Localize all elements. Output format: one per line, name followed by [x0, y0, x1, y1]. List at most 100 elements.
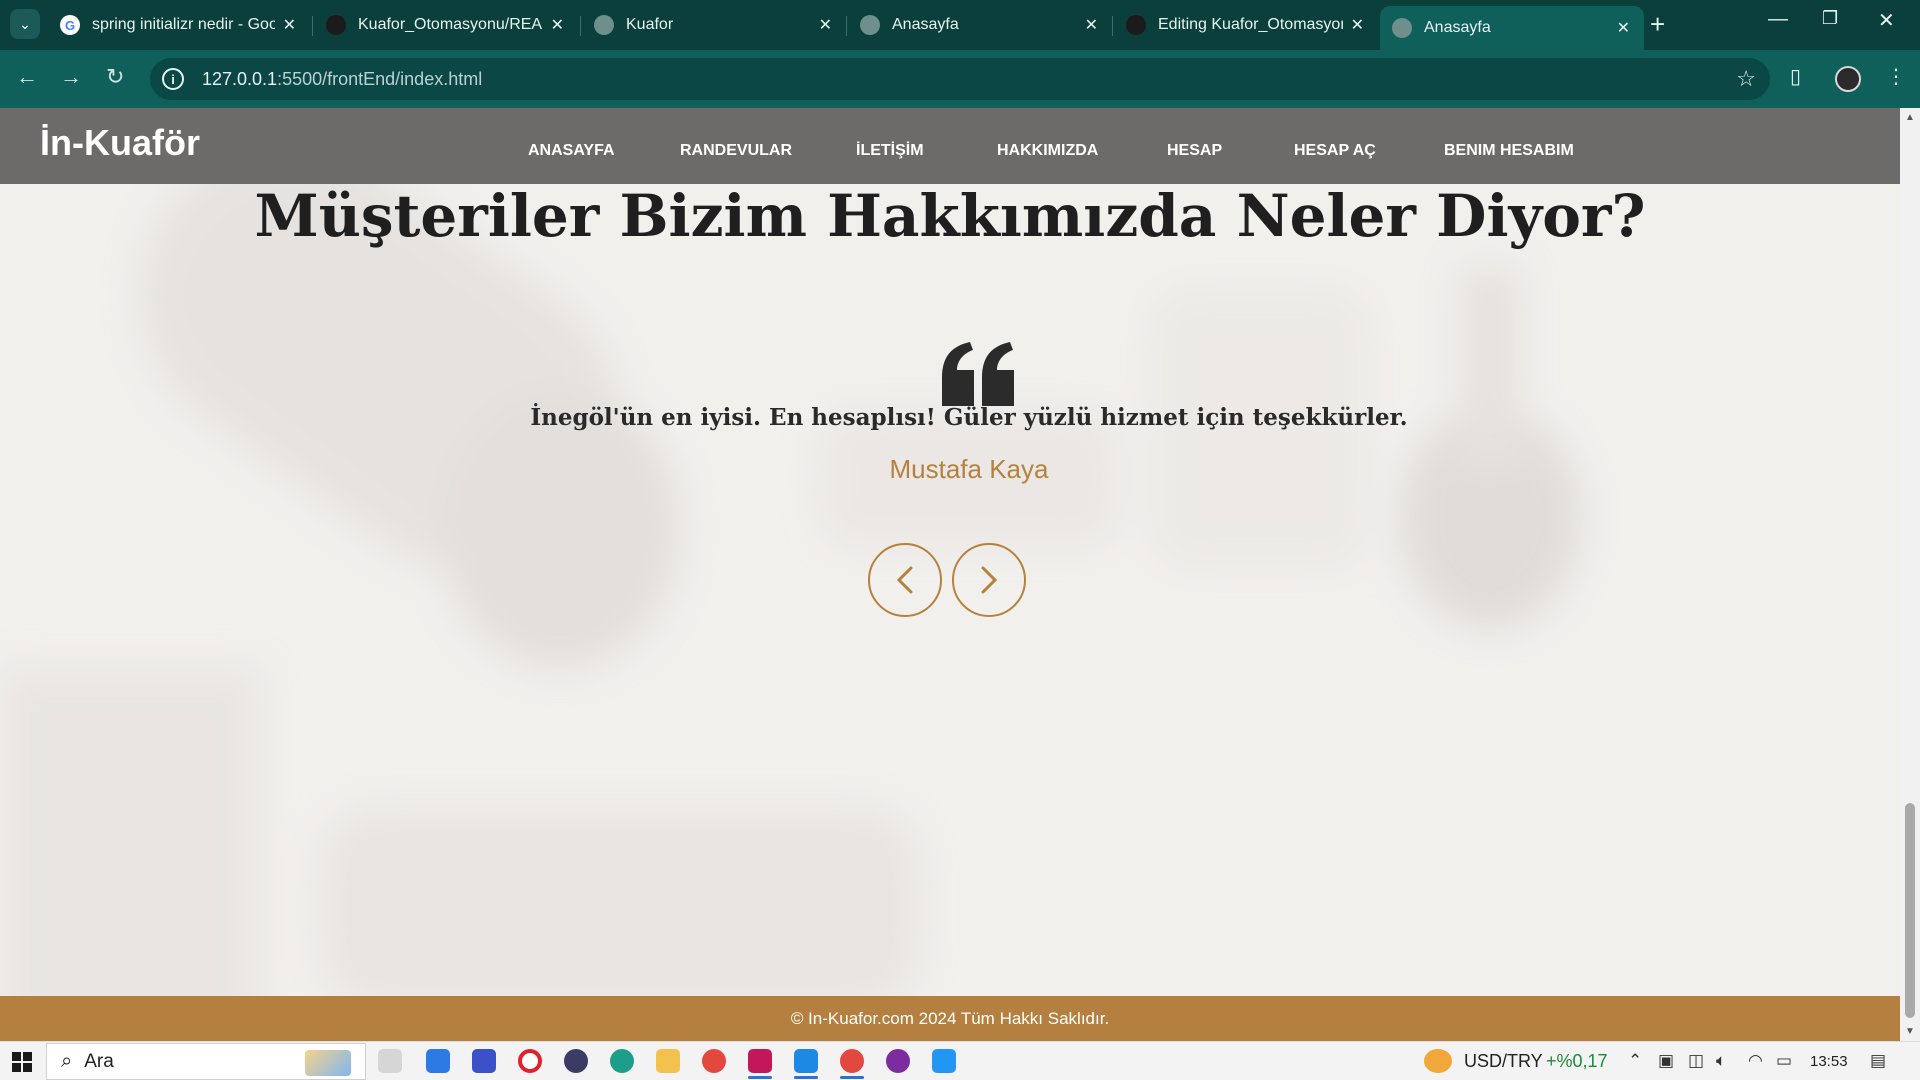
globe-icon [860, 15, 880, 35]
scroll-up-icon[interactable]: ▲ [1905, 112, 1915, 123]
clock[interactable]: 13:53 [1810, 1053, 1848, 1070]
carousel-prev-button[interactable] [868, 543, 942, 617]
close-icon[interactable]: ✕ [1351, 15, 1364, 35]
currency-widget-icon[interactable] [1424, 1049, 1452, 1073]
nav-link-iletisim[interactable]: İLETİŞİM [856, 142, 924, 160]
tab-title: Kuafor [626, 16, 674, 33]
browser-tab-active[interactable]: Anasayfa ✕ [1380, 6, 1644, 50]
mathpad-app-icon[interactable] [472, 1049, 496, 1073]
tab-search-button[interactable]: ⌄ [10, 9, 40, 39]
tab-title: Anasayfa [1424, 19, 1491, 36]
browser-tab-strip: ⌄ G spring initializr nedir - Goo ✕ Kuaf… [0, 0, 1920, 50]
chevron-up-icon[interactable]: ⌃ [1628, 1051, 1642, 1071]
close-icon[interactable]: ✕ [283, 15, 296, 35]
testimonial-quote: İnegöl'ün en iyisi. En hesaplısı! Güler … [530, 404, 1408, 431]
testimonials-heading: Müşteriler Bizim Hakkımızda Neler Diyor? [254, 182, 1646, 250]
close-icon[interactable]: ✕ [1617, 18, 1630, 38]
notification-center-icon[interactable]: ▤ [1870, 1051, 1886, 1071]
meet-now-icon[interactable]: ◫ [1688, 1051, 1704, 1071]
browser-toolbar: ← → ↻ i 127.0.0.1:5500/frontEnd/index.ht… [0, 50, 1920, 108]
windows-taskbar: ⌕ Ara USD/TRY +%0,17 ⌃ ▣ ◫ 🔈︎ ◠ ▭ 13:53 … [0, 1041, 1920, 1080]
battery-icon[interactable]: ▭ [1776, 1051, 1792, 1071]
taskbar-search[interactable]: ⌕ Ara [46, 1043, 366, 1080]
volume-icon[interactable]: 🔈︎ [1716, 1051, 1726, 1071]
currency-label[interactable]: USD/TRY [1464, 1051, 1543, 1072]
reload-icon[interactable]: ↻ [106, 64, 124, 90]
tab-separator [1112, 16, 1113, 36]
wifi-icon[interactable]: ◠ [1748, 1051, 1763, 1071]
address-bar[interactable]: i 127.0.0.1:5500/frontEnd/index.html ☆ [150, 58, 1770, 100]
search-placeholder: Ara [84, 1050, 114, 1072]
chrome-active-icon[interactable] [840, 1049, 864, 1079]
chrome-icon[interactable] [702, 1049, 726, 1073]
currency-change[interactable]: +%0,17 [1546, 1051, 1608, 1072]
close-icon[interactable]: ✕ [551, 15, 564, 35]
intellij-icon[interactable] [748, 1049, 772, 1079]
menu-dots-icon[interactable]: ⋮ [1886, 64, 1906, 89]
bookmark-star-icon[interactable]: ☆ [1736, 66, 1756, 92]
tab-title: Kuafor_Otomasyonu/READ [358, 16, 543, 33]
forward-icon[interactable]: → [60, 64, 82, 90]
page-scrollbar[interactable]: ▲ ▼ [1900, 108, 1920, 1041]
eclipse-icon[interactable] [564, 1049, 588, 1073]
site-navbar: İn-Kuaför ANASAYFA RANDEVULAR İLETİŞİM H… [0, 108, 1900, 184]
photos-icon[interactable] [932, 1049, 956, 1073]
tab-separator [846, 16, 847, 36]
restore-icon[interactable]: ❐ [1822, 8, 1838, 29]
url-text[interactable]: 127.0.0.1:5500/frontEnd/index.html [202, 69, 482, 90]
task-view-icon[interactable] [378, 1049, 402, 1073]
file-explorer-icon[interactable] [656, 1049, 680, 1073]
nav-link-randevular[interactable]: RANDEVULAR [680, 142, 792, 160]
footer-copyright: © In-Kuafor.com 2024 Tüm Hakkı Saklıdır. [790, 1008, 1110, 1028]
side-panel-icon[interactable]: ▯ [1790, 64, 1801, 89]
browser-tab-4[interactable]: Anasayfa ✕ [848, 6, 1112, 44]
back-icon[interactable]: ← [16, 64, 38, 90]
tab-title: Anasayfa [892, 16, 959, 33]
chevron-right-icon [981, 566, 998, 594]
nav-link-hesap[interactable]: HESAP [1167, 142, 1222, 160]
mail-icon[interactable] [426, 1049, 450, 1073]
carousel-next-button[interactable] [952, 543, 1026, 617]
nav-link-benim-hesabim[interactable]: BENIM HESABIM [1444, 142, 1574, 160]
edge-icon[interactable] [610, 1049, 634, 1073]
tab-title: spring initializr nedir - Goo [92, 16, 275, 33]
close-icon[interactable]: ✕ [819, 15, 832, 35]
browser-tab-1[interactable]: G spring initializr nedir - Goo ✕ [48, 6, 310, 44]
quote-icon [942, 342, 1014, 406]
window-close-icon[interactable]: ✕ [1878, 8, 1895, 33]
nav-link-hakkimizda[interactable]: HAKKIMIZDA [997, 142, 1098, 160]
tab-separator [580, 16, 581, 36]
chevron-down-icon: ⌄ [19, 15, 31, 32]
windows-start-icon[interactable] [12, 1052, 32, 1072]
site-logo[interactable]: İn-Kuaför [40, 122, 200, 164]
nav-link-hesap-ac[interactable]: HESAP AÇ [1294, 142, 1376, 160]
nav-link-anasayfa[interactable]: ANASAYFA [528, 142, 615, 160]
globe-icon [594, 15, 614, 35]
monitor-icon[interactable]: ▣ [1658, 1051, 1674, 1071]
page-viewport: İn-Kuaför ANASAYFA RANDEVULAR İLETİŞİM H… [0, 108, 1900, 1041]
url-path: :5500/frontEnd/index.html [277, 68, 483, 89]
scrollbar-thumb[interactable] [1905, 803, 1915, 1018]
chevron-left-icon [896, 566, 913, 594]
url-host: 127.0.0.1 [202, 68, 278, 89]
browser-tab-2[interactable]: Kuafor_Otomasyonu/READ ✕ [314, 6, 578, 44]
site-info-icon[interactable]: i [162, 68, 184, 90]
github-icon [326, 15, 346, 35]
search-icon: ⌕ [61, 1050, 73, 1072]
browser-tab-3[interactable]: Kuafor ✕ [582, 6, 846, 44]
search-highlight-icon [305, 1050, 351, 1076]
google-icon: G [60, 15, 80, 35]
testimonial-author: Mustafa Kaya [889, 454, 1049, 484]
tab-separator [312, 16, 313, 36]
vscode-icon[interactable] [794, 1049, 818, 1079]
profile-avatar[interactable] [1835, 66, 1861, 92]
browser-tab-5[interactable]: Editing Kuafor_Otomasyon ✕ [1114, 6, 1378, 44]
new-tab-button[interactable]: + [1650, 10, 1665, 38]
tor-browser-icon[interactable] [886, 1049, 910, 1073]
opera-icon[interactable] [518, 1049, 542, 1073]
scroll-down-icon[interactable]: ▼ [1905, 1026, 1915, 1037]
close-icon[interactable]: ✕ [1085, 15, 1098, 35]
github-icon [1126, 15, 1146, 35]
minimize-icon[interactable]: — [1768, 8, 1788, 31]
globe-icon [1392, 18, 1412, 38]
